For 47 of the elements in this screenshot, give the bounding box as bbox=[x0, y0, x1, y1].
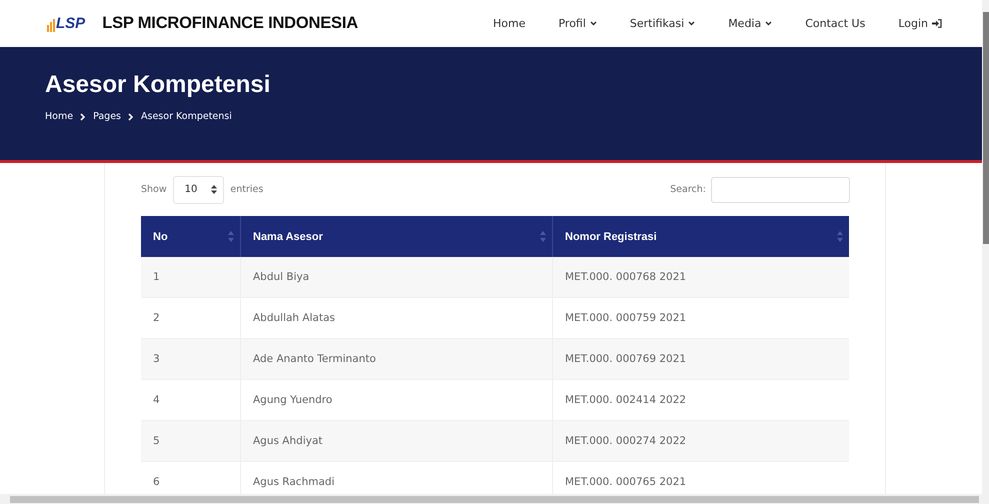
nav-link[interactable]: Login bbox=[898, 17, 942, 30]
table-cell-text: 5 bbox=[152, 434, 161, 449]
page-title: Asesor Kompetensi bbox=[45, 71, 272, 99]
table-cell-text: 4 bbox=[152, 393, 161, 408]
updown-icon bbox=[211, 185, 218, 194]
table-cell: Ade Ananto Terminanto bbox=[240, 339, 552, 379]
breadcrumb-item[interactable]: Pages bbox=[93, 111, 122, 122]
table-cell: Agus Ahdiyat bbox=[240, 421, 552, 461]
chevron-icon bbox=[128, 112, 134, 120]
vertical-scrollbar[interactable] bbox=[982, 0, 989, 494]
table-cell: MET.000. 000768 2021 bbox=[552, 257, 849, 297]
chevron-icon bbox=[80, 112, 86, 120]
table-cell: MET.000. 000274 2022 bbox=[552, 421, 849, 461]
caret-icon bbox=[590, 21, 597, 26]
logo[interactable]: LSP bbox=[47, 15, 86, 32]
entries-label: entries bbox=[230, 184, 264, 195]
column-header[interactable]: No bbox=[141, 216, 240, 257]
table-cell: MET.000. 000759 2021 bbox=[552, 298, 849, 338]
login-icon bbox=[932, 19, 942, 28]
sort-icon bbox=[837, 231, 843, 242]
caret-icon bbox=[765, 21, 772, 26]
nav-link[interactable]: Contact Us bbox=[805, 17, 866, 30]
table-cell: Agung Yuendro bbox=[240, 380, 552, 420]
table-cell: Abdul Biya bbox=[240, 257, 552, 297]
horizontal-scrollbar[interactable] bbox=[0, 494, 989, 504]
breadcrumb-item: Asesor Kompetensi bbox=[141, 111, 232, 122]
site-title: LSP MICROFINANCE INDONESIA bbox=[102, 14, 358, 33]
show-label: Show bbox=[141, 184, 167, 195]
page-size-select[interactable]: 10 bbox=[172, 176, 224, 204]
table-cell-text: 1 bbox=[152, 270, 161, 285]
sort-icon bbox=[228, 231, 234, 242]
bars-icon bbox=[47, 19, 55, 32]
nav-link[interactable]: Profil bbox=[558, 17, 597, 30]
search-field[interactable] bbox=[711, 176, 850, 202]
table-cell: MET.000. 000769 2021 bbox=[552, 339, 849, 379]
search-label: Search: bbox=[670, 184, 706, 195]
nav-link[interactable]: Sertifikasi bbox=[630, 17, 696, 30]
breadcrumb-item[interactable]: Home bbox=[45, 111, 74, 122]
nav-link[interactable]: Media bbox=[728, 17, 772, 30]
table-cell-text: 2 bbox=[152, 311, 161, 326]
table-cell-text: 6 bbox=[152, 475, 161, 490]
sort-icon bbox=[540, 231, 546, 242]
table-cell: MET.000. 002414 2022 bbox=[552, 380, 849, 420]
caret-icon bbox=[688, 21, 696, 26]
nav-link[interactable]: Home bbox=[492, 17, 526, 30]
table-cell-text: 3 bbox=[152, 352, 161, 367]
table-cell: Abdullah Alatas bbox=[240, 298, 552, 338]
